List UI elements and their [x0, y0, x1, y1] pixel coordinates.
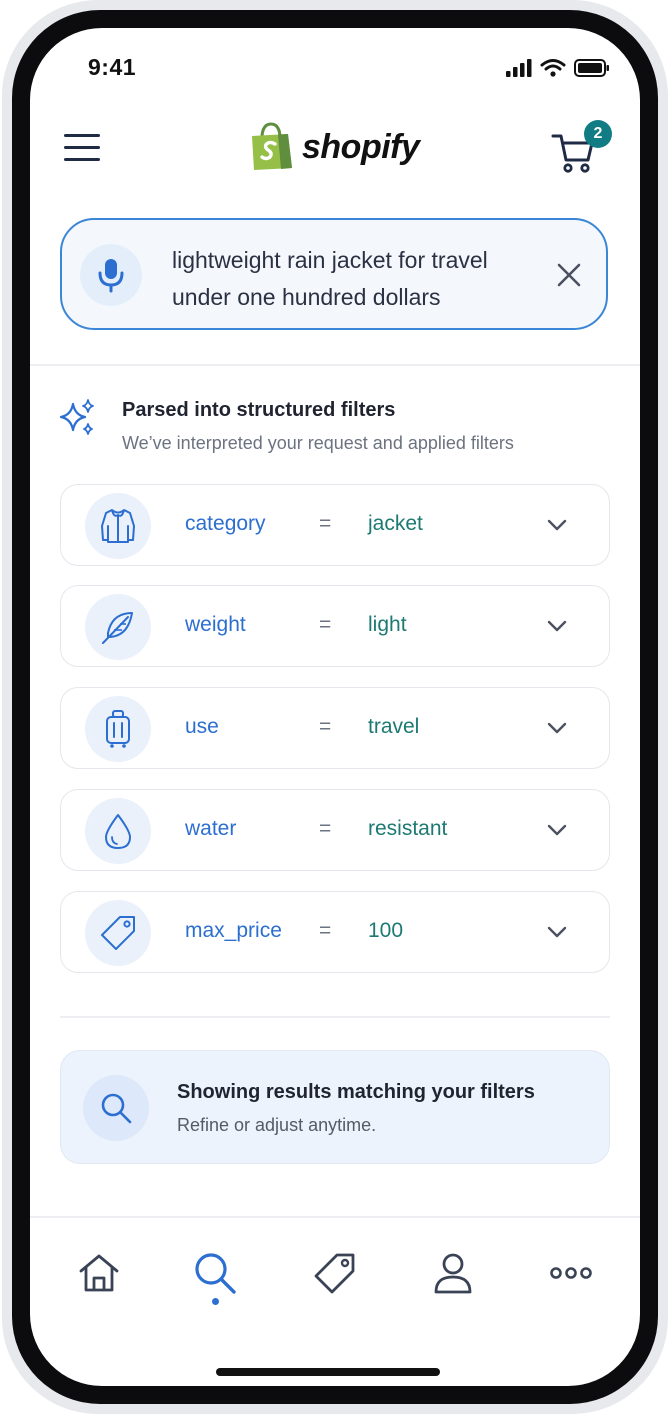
nav-more[interactable]: [546, 1248, 596, 1298]
shopping-bag-logo-icon: [252, 122, 292, 170]
filter-key: max_price: [185, 919, 282, 942]
filter-row-max-price[interactable]: max_price = 100: [60, 891, 610, 973]
filter-icon-wrap: [85, 594, 151, 660]
filter-icon-wrap: [85, 900, 151, 966]
results-title: Showing results matching your filters: [177, 1081, 535, 1103]
filter-operator: =: [319, 919, 332, 942]
chevron-down-icon[interactable]: [547, 720, 567, 736]
chevron-down-icon[interactable]: [547, 517, 567, 533]
filter-row-weight[interactable]: weight = light: [60, 585, 610, 667]
hamburger-menu-icon: [64, 134, 100, 137]
microphone-icon: [98, 259, 124, 293]
close-icon: [557, 263, 581, 287]
parsed-subtitle: We’ve interpreted your request and appli…: [122, 433, 514, 453]
filter-value: jacket: [368, 512, 423, 535]
filter-value: resistant: [368, 817, 448, 840]
search-query-text[interactable]: lightweight rain jacket for travel under…: [172, 242, 532, 316]
results-icon-wrap: [83, 1075, 149, 1141]
filter-operator: =: [319, 817, 332, 840]
chevron-down-icon[interactable]: [547, 822, 567, 838]
filter-value: light: [368, 613, 407, 636]
filter-key: weight: [185, 613, 246, 636]
filter-operator: =: [319, 715, 332, 738]
home-icon: [79, 1254, 119, 1292]
hamburger-line: [64, 146, 100, 149]
app-screen: 9:41 shopify 2 lightweight rain jacket f…: [30, 28, 640, 1386]
mic-button[interactable]: [80, 244, 142, 306]
shopify-logo[interactable]: shopify: [248, 122, 420, 172]
nav-profile[interactable]: [428, 1248, 478, 1298]
bottom-nav-divider: [30, 1216, 640, 1218]
jacket-icon: [101, 509, 135, 543]
active-nav-indicator: [212, 1298, 219, 1305]
section-divider: [60, 1016, 610, 1018]
tag-icon: [314, 1253, 355, 1294]
nav-search[interactable]: [190, 1248, 240, 1298]
filter-row-category[interactable]: category = jacket: [60, 484, 610, 566]
filter-key: use: [185, 715, 219, 738]
cellular-signal-icon: [506, 59, 532, 77]
filter-icon-wrap: [85, 696, 151, 762]
logo-wordmark: shopify: [302, 127, 420, 166]
chevron-down-icon[interactable]: [547, 924, 567, 940]
status-time: 9:41: [88, 54, 137, 80]
nav-home[interactable]: [74, 1248, 124, 1298]
clear-search-button[interactable]: [556, 262, 582, 288]
parsed-title: Parsed into structured filters: [122, 399, 396, 421]
battery-icon: [574, 59, 609, 77]
luggage-icon: [106, 710, 130, 748]
filter-value: travel: [368, 715, 420, 738]
feather-icon: [102, 612, 133, 644]
menu-button[interactable]: [64, 134, 100, 164]
search-icon: [101, 1093, 132, 1124]
filter-operator: =: [319, 512, 332, 535]
status-icons: [506, 58, 610, 78]
wifi-icon: [540, 59, 566, 77]
nav-deals[interactable]: [310, 1248, 360, 1298]
cart-button[interactable]: 2: [550, 120, 612, 176]
sparkle-icon: [59, 399, 94, 435]
filter-key: category: [185, 512, 266, 535]
chevron-down-icon[interactable]: [547, 618, 567, 634]
home-indicator[interactable]: [216, 1368, 440, 1376]
filter-icon-wrap: [85, 798, 151, 864]
price-tag-icon: [101, 916, 135, 950]
filter-key: water: [185, 817, 237, 840]
droplet-icon: [105, 814, 131, 849]
results-banner[interactable]: Showing results matching your filters Re…: [60, 1050, 610, 1164]
filter-icon-wrap: [85, 493, 151, 559]
more-icon: [550, 1267, 592, 1279]
filter-value: 100: [368, 919, 404, 942]
filter-operator: =: [319, 613, 332, 636]
filter-row-water[interactable]: water = resistant: [60, 789, 610, 871]
device-frame: 9:41 shopify 2 lightweight rain jacket f…: [0, 0, 672, 1416]
filter-row-use[interactable]: use = travel: [60, 687, 610, 769]
section-divider: [30, 364, 640, 366]
cart-count-badge: 2: [584, 120, 612, 148]
search-icon: [195, 1253, 236, 1294]
results-subtitle: Refine or adjust anytime.: [177, 1115, 377, 1135]
profile-icon: [434, 1253, 472, 1294]
hamburger-line: [64, 158, 100, 161]
voice-search-bar[interactable]: lightweight rain jacket for travel under…: [60, 218, 608, 330]
